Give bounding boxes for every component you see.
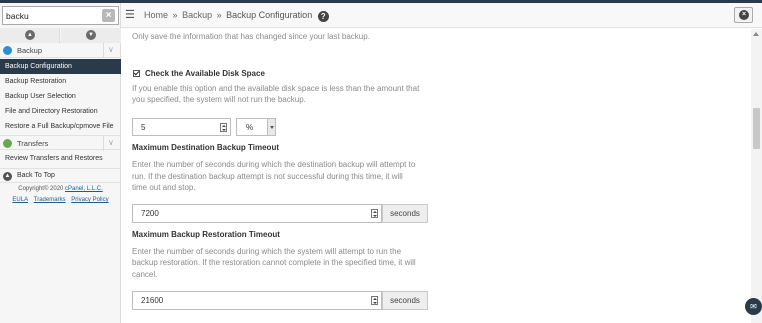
- restore-timeout-label: Maximum Backup Restoration Timeout: [132, 230, 280, 239]
- breadcrumb-backup[interactable]: Backup: [182, 10, 212, 20]
- sidebar-group-transfers[interactable]: Transfers ∨: [0, 135, 121, 151]
- header: ☰ Home » Backup » Backup Configuration ?…: [121, 3, 762, 28]
- expand-collapse-bar: ▲ ▼: [0, 28, 121, 43]
- stepper-icon[interactable]: [220, 123, 227, 132]
- stepper-icon[interactable]: [371, 209, 378, 218]
- privacy-policy-link[interactable]: Privacy Policy: [71, 197, 108, 203]
- scroll-up-icon[interactable]: [753, 32, 759, 36]
- dest-timeout-desc-3: time out and stop.: [132, 183, 196, 192]
- dest-timeout-input[interactable]: 7200: [132, 204, 382, 223]
- clear-search-icon[interactable]: ×: [102, 9, 115, 22]
- restore-timeout-unit: seconds: [382, 291, 428, 310]
- main-content: Only save the information that has chang…: [121, 29, 751, 323]
- back-to-top-button[interactable]: ▲ Back To Top: [0, 168, 121, 183]
- disk-space-input[interactable]: 5: [132, 118, 231, 136]
- dest-timeout-unit: seconds: [382, 204, 428, 223]
- arrow-up-icon: ▲: [3, 172, 12, 181]
- restore-timeout-desc-2: backup restoration. If the restoration c…: [132, 258, 416, 267]
- sidebar: × ▲ ▼ Backup ∨ Backup Configuration Back…: [0, 3, 121, 323]
- page-title: Backup Configuration: [226, 10, 313, 20]
- intro-text: Only save the information that has chang…: [132, 32, 370, 41]
- legal-links: EULA Trademarks Privacy Policy: [0, 197, 121, 203]
- sidebar-item-backup-user-selection[interactable]: Backup User Selection: [0, 89, 121, 104]
- sidebar-item-review-transfers[interactable]: Review Transfers and Restores: [0, 151, 121, 166]
- restore-timeout-desc-1: Enter the number of seconds during which…: [132, 247, 402, 256]
- breadcrumb-home[interactable]: Home: [144, 10, 168, 20]
- search-box: ×: [2, 6, 119, 25]
- disk-space-desc-2: you specified, the system will not run t…: [132, 95, 306, 104]
- cpanel-link[interactable]: cPanel, L.L.C.: [65, 186, 103, 192]
- sidebar-item-file-directory-restoration[interactable]: File and Directory Restoration: [0, 104, 121, 119]
- close-icon: ×: [739, 10, 749, 20]
- restore-timeout-desc-3: cancel.: [132, 270, 158, 279]
- sidebar-item-restore-full-backup[interactable]: Restore a Full Backup/cpmove File: [0, 119, 121, 134]
- trademarks-link[interactable]: Trademarks: [34, 197, 66, 203]
- sidebar-item-backup-configuration[interactable]: Backup Configuration: [0, 59, 121, 74]
- sidebar-group-label: Transfers: [17, 139, 49, 148]
- menu-toggle-icon[interactable]: ☰: [125, 9, 135, 21]
- sidebar-item-backup-restoration[interactable]: Backup Restoration: [0, 74, 121, 89]
- chevron-up-icon: ▲: [25, 30, 35, 40]
- chevron-down-icon: ∨: [108, 138, 114, 147]
- sidebar-group-backup[interactable]: Backup ∨: [0, 43, 121, 58]
- disk-space-checkbox[interactable]: [133, 70, 140, 77]
- search-input[interactable]: [6, 9, 101, 22]
- dest-timeout-desc-1: Enter the number of seconds during which…: [132, 160, 416, 169]
- disk-space-desc-1: If you enable this option and the availa…: [132, 84, 420, 93]
- transfers-icon: [3, 139, 12, 148]
- chat-icon[interactable]: ✉: [745, 298, 762, 315]
- scrollbar[interactable]: [751, 29, 762, 323]
- sidebar-group-label: Backup: [17, 46, 43, 55]
- expand-all-button[interactable]: ▼: [61, 28, 121, 43]
- backup-icon: [3, 46, 12, 55]
- copyright: Copyright© 2020 cPanel, L.L.C.: [18, 186, 103, 192]
- dest-timeout-label: Maximum Destination Backup Timeout: [132, 143, 279, 152]
- help-icon[interactable]: ?: [317, 11, 329, 22]
- back-to-top-label: Back To Top: [17, 172, 55, 179]
- chevron-down-icon: ▼: [86, 30, 96, 40]
- chevron-down-icon: ∨: [108, 45, 114, 54]
- dest-timeout-desc-2: run. If the destination backup attempt i…: [132, 172, 403, 181]
- disk-unit-select[interactable]: %: [236, 118, 276, 136]
- close-button[interactable]: ×: [734, 7, 753, 23]
- scrollbar-thumb[interactable]: [753, 108, 760, 149]
- breadcrumb: Home » Backup » Backup Configuration ?: [144, 10, 329, 22]
- chevron-down-icon: [267, 119, 275, 135]
- collapse-all-button[interactable]: ▲: [0, 28, 60, 43]
- disk-space-label: Check the Available Disk Space: [145, 69, 265, 78]
- restore-timeout-input[interactable]: 21600: [132, 291, 382, 310]
- eula-link[interactable]: EULA: [12, 197, 28, 203]
- stepper-icon[interactable]: [371, 296, 378, 305]
